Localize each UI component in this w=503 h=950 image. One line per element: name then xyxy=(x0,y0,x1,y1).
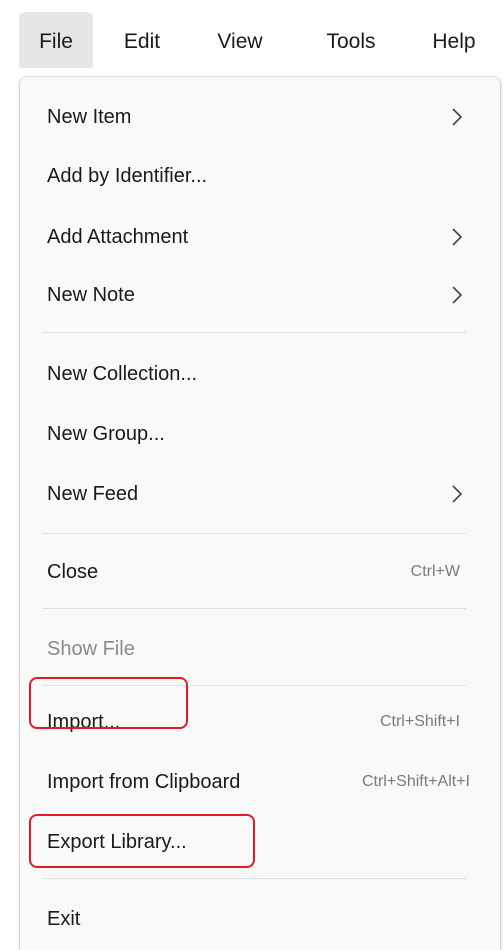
menu-item-label: New Note xyxy=(47,284,135,306)
menu-item-label: New Collection... xyxy=(47,363,198,385)
menu-item-label: Export Library... xyxy=(47,831,187,853)
menu-item-label: New Feed xyxy=(47,483,139,505)
menu-item-label: Show File xyxy=(47,638,135,660)
menu-view[interactable]: View xyxy=(210,12,270,68)
menu-item-label: Import from Clipboard xyxy=(47,771,241,793)
menu-separator xyxy=(42,608,466,609)
file-menu-dropdown: New Item Add by Identifier... Add Attach… xyxy=(19,76,501,950)
menu-item-import[interactable]: Import... Ctrl+Shift+I xyxy=(20,693,500,751)
menu-item-export-library[interactable]: Export Library... xyxy=(20,813,500,871)
menu-file[interactable]: File xyxy=(19,12,93,68)
menu-item-label: Add Attachment xyxy=(47,226,189,248)
menu-separator xyxy=(42,878,466,879)
menu-item-new-note[interactable]: New Note xyxy=(20,266,500,324)
menu-item-label: New Group... xyxy=(47,423,165,445)
menu-item-label: New Item xyxy=(47,106,132,128)
menu-item-new-group[interactable]: New Group... xyxy=(20,405,500,463)
menu-separator xyxy=(42,332,466,333)
menu-edit[interactable]: Edit xyxy=(114,12,170,68)
menu-item-new-collection[interactable]: New Collection... xyxy=(20,345,500,403)
menu-item-label: Import... xyxy=(47,711,121,733)
menu-item-add-attachment[interactable]: Add Attachment xyxy=(20,208,500,266)
menu-help[interactable]: Help xyxy=(422,12,486,68)
chevron-right-icon xyxy=(452,108,463,126)
chevron-right-icon xyxy=(452,228,463,246)
menu-separator xyxy=(42,533,466,534)
shortcut-label: Ctrl+Shift+I xyxy=(379,713,460,730)
menu-tools[interactable]: Tools xyxy=(316,12,386,68)
menu-item-import-from-clipboard[interactable]: Import from Clipboard Ctrl+Shift+Alt+I xyxy=(20,753,500,811)
menu-item-show-file: Show File xyxy=(20,620,500,678)
menu-bar: File Edit View Tools Help xyxy=(0,0,503,70)
menu-item-new-feed[interactable]: New Feed xyxy=(20,465,500,523)
menu-item-new-item[interactable]: New Item xyxy=(20,88,500,146)
menu-item-label: Exit xyxy=(47,908,81,930)
chevron-right-icon xyxy=(452,286,463,304)
menu-item-add-by-identifier[interactable]: Add by Identifier... xyxy=(20,147,500,205)
shortcut-label: Ctrl+W xyxy=(410,563,460,580)
menu-item-label: Close xyxy=(47,561,99,583)
chevron-right-icon xyxy=(452,485,463,503)
menu-item-close[interactable]: Close Ctrl+W xyxy=(20,543,500,601)
menu-item-label: Add by Identifier... xyxy=(47,165,208,187)
menu-separator xyxy=(42,685,466,686)
menu-item-exit[interactable]: Exit xyxy=(20,890,500,948)
shortcut-label: Ctrl+Shift+Alt+I xyxy=(361,773,470,790)
